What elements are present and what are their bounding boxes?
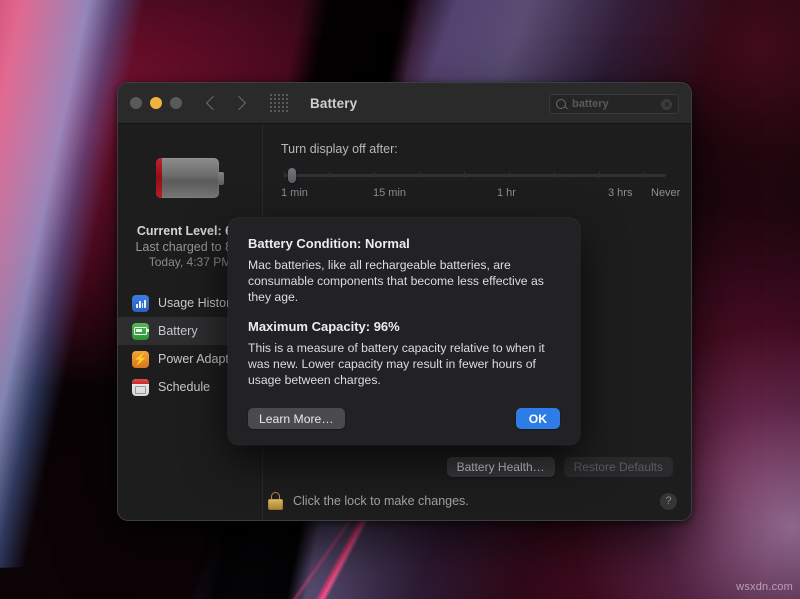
battery-health-button[interactable]: Battery Health… bbox=[447, 457, 555, 477]
clear-search-icon[interactable] bbox=[661, 99, 672, 110]
battery-charge-level-fill bbox=[156, 158, 162, 198]
usage-history-icon bbox=[132, 295, 149, 312]
battery-condition-body: Mac batteries, like all rechargeable bat… bbox=[248, 257, 560, 305]
ok-button[interactable]: OK bbox=[516, 408, 560, 429]
slider-tick-label: 3 hrs bbox=[608, 187, 632, 199]
display-sleep-slider[interactable] bbox=[281, 168, 669, 182]
slider-track bbox=[284, 174, 666, 177]
pane-action-buttons: Battery Health… Restore Defaults bbox=[447, 457, 673, 477]
battery-condition-heading: Battery Condition: Normal bbox=[248, 236, 560, 251]
search-field[interactable]: battery bbox=[549, 94, 679, 114]
slider-tick-label: 1 hr bbox=[497, 187, 516, 199]
slider-tick-labels: 1 min 15 min 1 hr 3 hrs Never bbox=[281, 187, 669, 203]
lock-message: Click the lock to make changes. bbox=[293, 494, 469, 508]
slider-tick-label: 1 min bbox=[281, 187, 308, 199]
slider-tick-label: 15 min bbox=[373, 187, 406, 199]
turn-display-off-label: Turn display off after: bbox=[281, 142, 669, 156]
help-button[interactable]: ? bbox=[660, 493, 677, 510]
minimize-window-icon[interactable] bbox=[150, 97, 162, 109]
show-all-grid-icon[interactable] bbox=[270, 94, 288, 112]
close-window-icon[interactable] bbox=[130, 97, 142, 109]
learn-more-button[interactable]: Learn More… bbox=[248, 408, 345, 429]
restore-defaults-button: Restore Defaults bbox=[564, 457, 673, 477]
navigation-arrows bbox=[208, 98, 244, 108]
lock-icon[interactable] bbox=[268, 492, 283, 510]
battery-condition-dialog: Battery Condition: Normal Mac batteries,… bbox=[228, 218, 580, 445]
sidebar-item-label: Schedule bbox=[158, 380, 210, 394]
maximum-capacity-heading: Maximum Capacity: 96% bbox=[248, 319, 560, 334]
sidebar-item-label: Usage History bbox=[158, 296, 237, 310]
site-watermark: wsxdn.com bbox=[736, 581, 793, 593]
sidebar-item-label: Battery bbox=[158, 324, 198, 338]
window-title: Battery bbox=[310, 96, 357, 111]
search-icon bbox=[556, 99, 566, 109]
forward-chevron-icon[interactable] bbox=[232, 96, 246, 110]
traffic-light-group bbox=[130, 97, 182, 109]
zoom-window-icon[interactable] bbox=[170, 97, 182, 109]
power-adapter-icon: ⚡ bbox=[132, 351, 149, 368]
search-input-value[interactable]: battery bbox=[572, 98, 661, 110]
dialog-actions: Learn More… OK bbox=[248, 408, 560, 429]
lock-bar: Click the lock to make changes. ? bbox=[118, 481, 691, 521]
maximum-capacity-body: This is a measure of battery capacity re… bbox=[248, 340, 560, 388]
window-titlebar: Battery battery bbox=[118, 83, 691, 124]
battery-illustration bbox=[156, 158, 224, 198]
battery-illustration-body bbox=[156, 158, 219, 198]
battery-icon bbox=[132, 323, 149, 340]
schedule-icon bbox=[132, 379, 149, 396]
back-chevron-icon[interactable] bbox=[206, 96, 220, 110]
slider-knob[interactable] bbox=[288, 168, 296, 183]
slider-tick-label: Never bbox=[651, 187, 680, 199]
battery-illustration-terminal bbox=[219, 172, 224, 185]
